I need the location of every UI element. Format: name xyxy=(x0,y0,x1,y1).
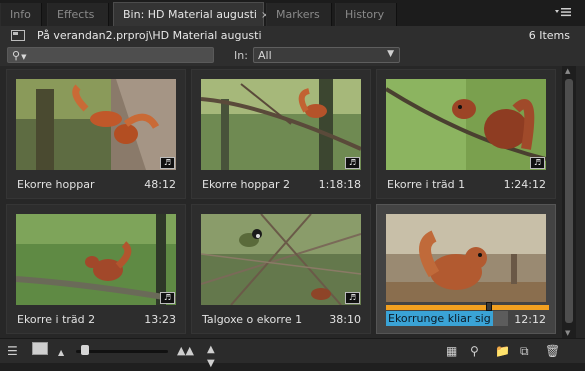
clip-item[interactable]: ♬ Ekorre hoppar 2 1:18:18 xyxy=(191,69,371,199)
clip-item[interactable]: ♬ Ekorre hoppar 48:12 xyxy=(6,69,186,199)
clip-thumbnail[interactable]: ♬ xyxy=(201,79,361,170)
scroll-up-icon[interactable]: ▲ xyxy=(565,67,570,75)
audio-icon: ♬ xyxy=(530,157,545,169)
vertical-scrollbar[interactable]: ▲ ▼ xyxy=(562,66,576,338)
tab-markers[interactable]: Markers xyxy=(266,3,332,26)
search-row: ⚲▼ In: All ▼ xyxy=(0,46,585,66)
bin-toolbar: ☰ ▲ ▲▲ ▲ ▼ ▦ ⚲ 📁 ⧉ 🗑 xyxy=(0,338,585,369)
clip-item[interactable]: ♬ Ekorre i träd 2 13:23 xyxy=(6,204,186,334)
clip-thumbnail[interactable] xyxy=(386,214,546,302)
panel-menu-icon[interactable] xyxy=(555,6,571,20)
clip-item[interactable]: Ekorrunge kliar sig 12:12 xyxy=(376,204,556,334)
tab-label: Effects xyxy=(57,8,95,21)
tab-label: Markers xyxy=(276,8,320,21)
scrollbar-thumb[interactable] xyxy=(565,79,573,323)
bin-path-row: På verandan2.prproj\HD Material augusti … xyxy=(0,26,585,46)
tab-label: History xyxy=(345,8,385,21)
automate-icon[interactable]: ▦ xyxy=(446,344,457,358)
clip-duration: 12:12 xyxy=(514,313,546,326)
new-bin-icon[interactable]: 📁 xyxy=(495,344,510,358)
sort-icon[interactable]: ▲ ▼ xyxy=(207,343,215,371)
tab-effects[interactable]: Effects xyxy=(47,3,109,26)
clip-name-selection[interactable]: Ekorrunge kliar sig xyxy=(386,311,493,326)
in-select[interactable]: All ▼ xyxy=(253,47,400,63)
zoom-slider-handle[interactable] xyxy=(80,345,89,355)
zoom-small-icon: ▲ xyxy=(58,348,65,357)
audio-icon: ♬ xyxy=(160,157,175,169)
list-view-icon[interactable]: ☰ xyxy=(7,344,18,358)
chevron-down-icon: ▼ xyxy=(387,49,394,59)
tab-bin[interactable]: Bin: HD Material augusti× xyxy=(113,2,269,27)
clip-duration: 1:18:18 xyxy=(318,178,361,191)
clip-thumbnail[interactable]: ♬ xyxy=(386,79,546,170)
tab-label: Bin: HD Material augusti xyxy=(123,8,257,21)
clear-icon[interactable]: 🗑 xyxy=(545,344,560,358)
clip-name: Ekorre hoppar xyxy=(17,178,95,191)
audio-icon: ♬ xyxy=(160,292,175,304)
scrub-bar[interactable] xyxy=(386,302,549,311)
find-icon[interactable]: ⚲ xyxy=(470,344,479,358)
zoom-large-icon: ▲▲ xyxy=(177,344,194,357)
clip-duration: 1:24:12 xyxy=(503,178,546,191)
clip-duration: 48:12 xyxy=(144,178,176,191)
clip-name: Ekorre i träd 1 xyxy=(387,178,466,191)
parent-folder-icon[interactable] xyxy=(11,30,25,41)
clip-item[interactable]: ♬ Talgoxe o ekorre 1 38:10 xyxy=(191,204,371,334)
new-item-icon[interactable]: ⧉ xyxy=(520,344,529,358)
bin-icon-grid: ♬ Ekorre hoppar 48:12 ♬ Ekorre hoppar 2 … xyxy=(0,66,585,338)
clip-thumbnail[interactable]: ♬ xyxy=(201,214,361,305)
panel-tab-bar: Info Effects Bin: HD Material augusti× M… xyxy=(0,0,585,27)
clip-item[interactable]: ♬ Ekorre i träd 1 1:24:12 xyxy=(376,69,556,199)
clip-name: Ekorre hoppar 2 xyxy=(202,178,290,191)
in-label: In: xyxy=(234,49,248,62)
clip-duration: 13:23 xyxy=(144,313,176,326)
items-count: 6 Items xyxy=(528,29,570,42)
clip-name: Ekorre i träd 2 xyxy=(17,313,96,326)
clip-name: Talgoxe o ekorre 1 xyxy=(202,313,303,326)
bin-path: På verandan2.prproj\HD Material augusti xyxy=(37,29,262,42)
in-select-value: All xyxy=(258,49,272,62)
search-input[interactable]: ⚲▼ xyxy=(7,47,214,63)
clip-thumbnail[interactable]: ♬ xyxy=(16,79,176,170)
zoom-slider[interactable] xyxy=(76,350,168,353)
scroll-down-icon[interactable]: ▼ xyxy=(565,329,570,337)
audio-icon: ♬ xyxy=(345,292,360,304)
search-icon[interactable]: ⚲▼ xyxy=(12,49,26,62)
clip-duration: 38:10 xyxy=(329,313,361,326)
tab-label: Info xyxy=(10,8,31,21)
audio-icon: ♬ xyxy=(345,157,360,169)
icon-view-icon[interactable] xyxy=(32,342,48,355)
tab-info[interactable]: Info xyxy=(0,3,42,26)
clip-name-field[interactable]: Ekorrunge kliar sig xyxy=(386,311,508,326)
playhead-handle[interactable] xyxy=(485,302,492,311)
clip-thumbnail[interactable]: ♬ xyxy=(16,214,176,305)
tab-history[interactable]: History xyxy=(335,3,397,26)
